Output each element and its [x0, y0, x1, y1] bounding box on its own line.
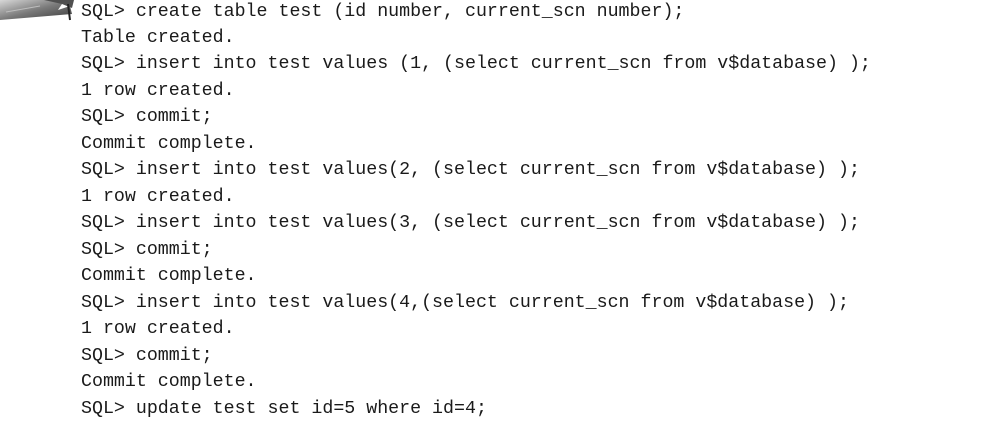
torn-corner-graphic [0, 0, 74, 22]
terminal-line: SQL> insert into test values(2, (select … [81, 157, 860, 184]
terminal-line: SQL> create table test (id number, curre… [81, 0, 684, 26]
terminal-line: Commit complete. [81, 263, 257, 290]
terminal-line: SQL> commit; [81, 343, 213, 370]
terminal-line: SQL> commit; [81, 104, 213, 131]
corner-decoration [0, 0, 74, 22]
terminal-line: SQL> commit; [81, 237, 213, 264]
terminal-line: SQL> insert into test values (1, (select… [81, 51, 871, 78]
terminal-line: SQL> insert into test values(3, (select … [81, 210, 860, 237]
sql-terminal-output: SQL> create table test (id number, curre… [81, 0, 994, 418]
terminal-line: 1 row created. [81, 316, 235, 343]
terminal-line: Commit complete. [81, 369, 257, 396]
terminal-line: 1 row created. [81, 78, 235, 105]
terminal-line: SQL> update test set id=5 where id=4; [81, 396, 487, 422]
terminal-line: SQL> insert into test values(4,(select c… [81, 290, 849, 317]
terminal-line: Table created. [81, 25, 235, 52]
terminal-line: Commit complete. [81, 131, 257, 158]
terminal-line: 1 row created. [81, 184, 235, 211]
